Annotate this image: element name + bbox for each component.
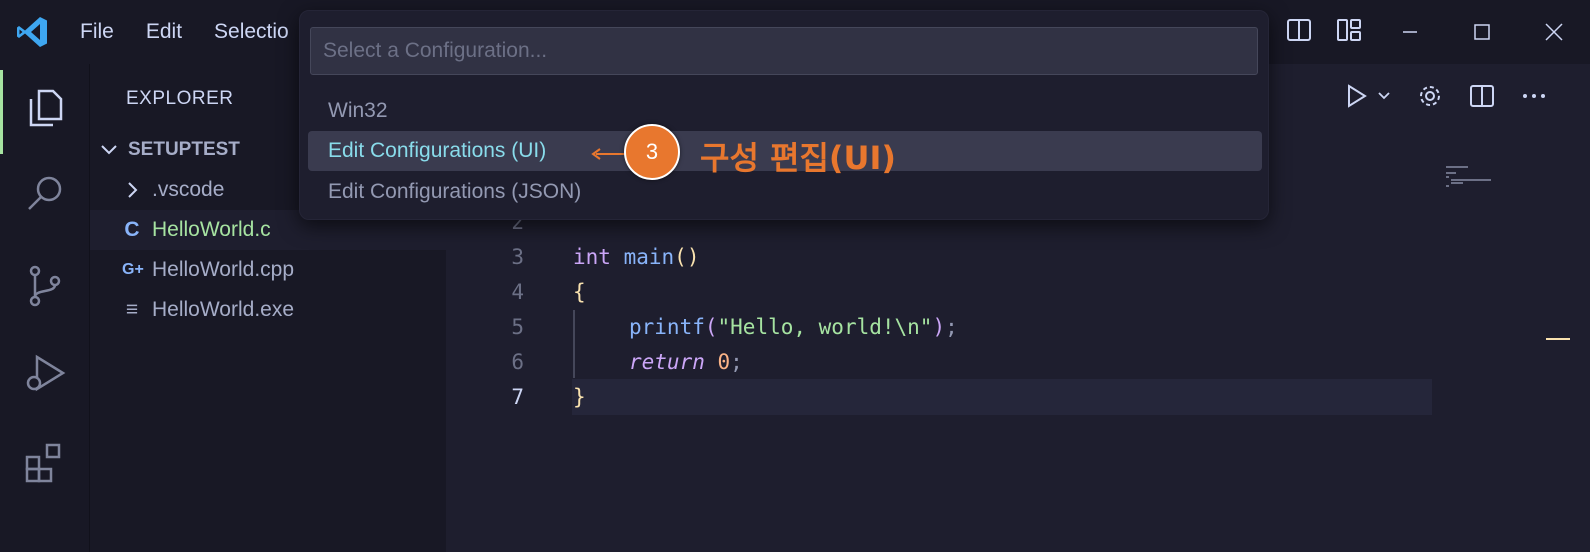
brace-token: } — [573, 385, 586, 409]
minimap[interactable] — [1446, 164, 1506, 194]
split-editor-icon[interactable] — [1468, 82, 1496, 110]
annotation-label: 구성 편집(UI) — [700, 139, 897, 177]
keyword-token: int — [573, 245, 611, 269]
gear-icon[interactable] — [1416, 82, 1444, 110]
minimize-button[interactable] — [1374, 0, 1446, 64]
semicolon-token: ; — [730, 350, 743, 374]
maximize-button[interactable] — [1446, 0, 1518, 64]
explorer-activity[interactable] — [20, 82, 70, 132]
tree-item-label: HelloWorld.cpp — [152, 258, 295, 281]
configuration-quick-pick: Win32 Edit Configurations (UI) Edit Conf… — [299, 10, 1269, 220]
line-number: 7 — [511, 385, 524, 409]
folder-name: SETUPTEST — [128, 139, 240, 160]
search-icon — [28, 176, 62, 210]
line-number: 5 — [511, 315, 524, 339]
menu-selection[interactable]: Selectio — [198, 20, 305, 44]
files-icon — [29, 89, 63, 127]
paren-token: () — [674, 245, 700, 269]
tree-item-label: HelloWorld.c — [152, 218, 271, 241]
tree-item-label: HelloWorld.exe — [152, 298, 295, 321]
close-icon — [1545, 23, 1563, 41]
code-text: return 0; — [629, 350, 743, 374]
function-token: main — [623, 245, 675, 269]
layout-controls — [1285, 16, 1363, 44]
source-control-icon — [29, 265, 61, 307]
code-line-7: 7 } — [446, 379, 1446, 415]
semicolon-token: ; — [945, 315, 958, 339]
editor-actions — [1342, 82, 1548, 110]
source-control-activity[interactable] — [20, 260, 70, 310]
explorer-title: EXPLORER — [126, 88, 234, 109]
configuration-search-input[interactable] — [310, 27, 1258, 75]
cpp-file-icon: G+ — [122, 261, 144, 278]
code-line-3: 3 int main() — [446, 239, 1446, 275]
extensions-icon — [25, 443, 61, 483]
paren-token: ) — [932, 315, 946, 339]
close-button[interactable] — [1518, 0, 1590, 64]
line-number: 4 — [511, 280, 524, 304]
binary-file-icon: ≡ — [125, 298, 139, 321]
tree-item-helloworld-exe[interactable]: ≡ HelloWorld.exe — [90, 290, 446, 330]
toggle-sidebar-icon[interactable] — [1285, 16, 1313, 44]
menu-edit[interactable]: Edit — [130, 20, 198, 44]
line-number: 6 — [511, 350, 524, 374]
search-activity[interactable] — [20, 168, 70, 218]
extensions-activity[interactable] — [20, 436, 70, 486]
vscode-logo-icon — [17, 17, 47, 47]
tree-item-label: .vscode — [152, 178, 225, 201]
keyword-token: return — [629, 350, 705, 374]
c-file-icon: C — [124, 218, 140, 241]
paren-token: ( — [704, 315, 718, 339]
run-icon[interactable] — [1342, 82, 1370, 110]
code-line-5: 5 printf("Hello, world!\n"); — [446, 309, 1446, 345]
run-debug-icon — [26, 354, 66, 392]
quick-pick-item-win32[interactable]: Win32 — [308, 91, 1262, 131]
annotation-step-badge: 3 — [624, 124, 680, 180]
indent-guide — [573, 310, 575, 378]
line-number: 3 — [511, 245, 524, 269]
more-actions-icon[interactable] — [1520, 82, 1548, 110]
code-text: int main() — [573, 245, 699, 269]
function-token: printf — [629, 315, 705, 339]
minimize-icon — [1403, 31, 1417, 33]
customize-layout-icon[interactable] — [1335, 16, 1363, 44]
chevron-right-icon — [128, 182, 138, 198]
run-debug-activity[interactable] — [20, 348, 70, 398]
string-token: "Hello, world!\n" — [717, 315, 933, 339]
scrollbar-marker — [1546, 338, 1570, 340]
code-text: printf("Hello, world!\n"); — [629, 315, 958, 339]
chevron-down-icon — [101, 145, 117, 155]
chevron-down-icon[interactable] — [1376, 88, 1392, 104]
window-controls — [1374, 0, 1590, 64]
activity-bar — [0, 64, 90, 552]
code-line-6: 6 return 0; — [446, 344, 1446, 380]
active-indicator — [0, 70, 3, 154]
brace-token: { — [573, 280, 586, 304]
code-line-4: 4 { — [446, 274, 1446, 310]
menu-bar: File Edit Selectio — [64, 0, 305, 64]
maximize-icon — [1474, 24, 1490, 40]
menu-file[interactable]: File — [64, 20, 130, 44]
tree-item-helloworld-cpp[interactable]: G+ HelloWorld.cpp — [90, 250, 446, 290]
number-token: 0 — [717, 350, 731, 374]
